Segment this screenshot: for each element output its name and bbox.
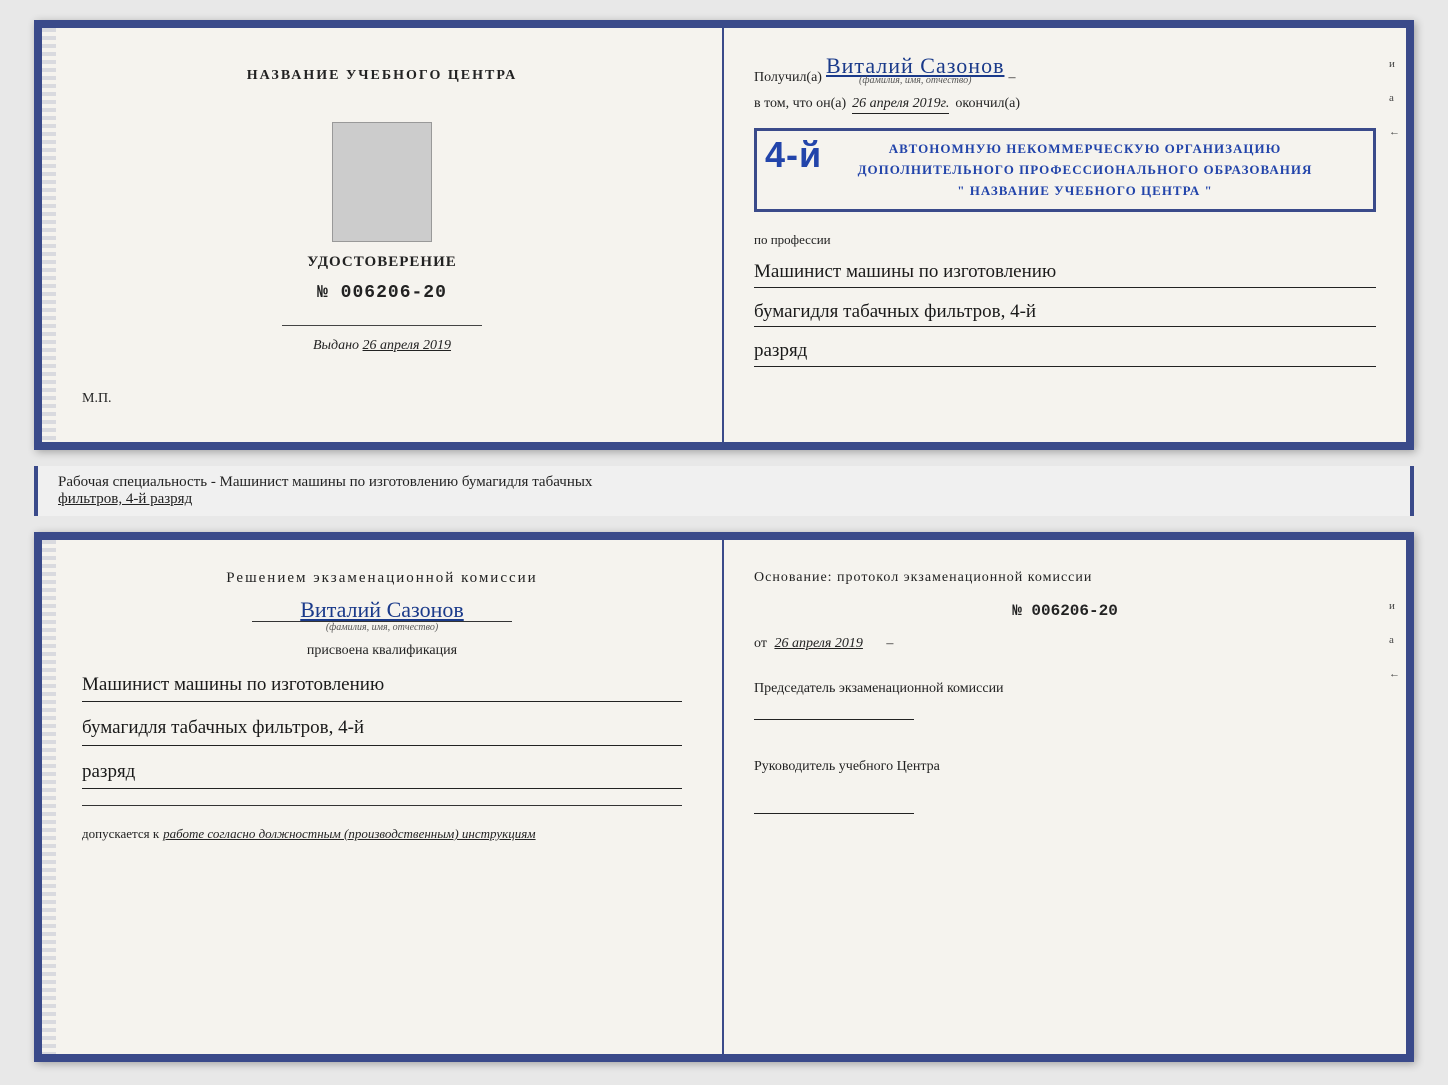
mark-i: и [1389, 58, 1400, 70]
top-doc-right: и а ← Получил(а) Виталий Сазонов (фамили… [724, 28, 1406, 442]
bottom-cert-number: № 006206-20 [754, 602, 1376, 620]
qual-line1: Машинист машины по изготовлению [82, 669, 682, 702]
po-professii-label: по профессии [754, 232, 1376, 248]
bottom-doc-left: Решением экзаменационной комиссии Витали… [42, 540, 724, 1054]
mark-arrow: ← [1389, 126, 1400, 138]
bottom-sidebar-marks: и а ← [1389, 600, 1400, 680]
vtom-row: в том, что он(а) 26 апреля 2019г. окончи… [754, 96, 1376, 114]
stamp-block: 4-й АВТОНОМНУЮ НЕКОММЕРЧЕСКУЮ ОРГАНИЗАЦИ… [754, 128, 1376, 212]
vydano-label: Выдано [313, 338, 359, 353]
recipient-sub: (фамилия, имя, отчество) [826, 75, 1004, 86]
bottom-doc-right: и а ← Основание: протокол экзаменационно… [724, 540, 1406, 1054]
middle-text-line1: Рабочая специальность - Машинист машины … [58, 474, 592, 490]
profession-line3: разряд [754, 337, 1376, 367]
profession-line2: бумагидля табачных фильтров, 4-й [754, 298, 1376, 328]
top-left-title: НАЗВАНИЕ УЧЕБНОГО ЦЕНТРА [247, 68, 517, 84]
vydano-date: 26 апреля 2019 [363, 338, 451, 353]
bottom-mark-arrow: ← [1389, 668, 1400, 680]
profession-line1: Машинист машины по изготовлению [754, 258, 1376, 288]
ot-dash: – [886, 636, 893, 651]
stamp-line1: АВТОНОМНУЮ НЕКОММЕРЧЕСКУЮ ОРГАНИЗАЦИЮ [809, 139, 1361, 160]
vtom-okonchil: окончил(а) [955, 96, 1020, 112]
vtom-date: 26 апреля 2019г. [852, 96, 949, 114]
dash: – [1008, 70, 1015, 86]
predsedatel-signature-line [754, 719, 914, 720]
recipient-name-wrapper: Виталий Сазонов (фамилия, имя, отчество) [826, 53, 1004, 86]
decision-title: Решением экзаменационной комиссии [82, 570, 682, 587]
rukovoditel-title: Руководитель учебного Центра [754, 756, 1376, 777]
bottom-left-texture [42, 540, 56, 1054]
osnovaniye-text: Основание: протокол экзаменационной коми… [754, 570, 1376, 586]
ot-date: 26 апреля 2019 [774, 636, 862, 651]
top-document: НАЗВАНИЕ УЧЕБНОГО ЦЕНТРА УДОСТОВЕРЕНИЕ №… [34, 20, 1414, 450]
stamp-line3: " НАЗВАНИЕ УЧЕБНОГО ЦЕНТРА " [809, 181, 1361, 202]
qual-line2: бумагидля табачных фильтров, 4-й [82, 712, 682, 745]
vydano-row: Выдано 26 апреля 2019 [313, 338, 451, 354]
stamp-line2: ДОПОЛНИТЕЛЬНОГО ПРОФЕССИОНАЛЬНОГО ОБРАЗО… [809, 160, 1361, 181]
mp-label: М.П. [82, 391, 112, 407]
rukovoditel-signature-line [754, 813, 914, 814]
poluchil-row: Получил(а) Виталий Сазонов (фамилия, имя… [754, 53, 1376, 86]
dopuskaetsya-row: допускается к работе согласно должностны… [82, 826, 682, 842]
bottom-ot-row: от 26 апреля 2019 – [754, 636, 1376, 652]
photo-placeholder [332, 122, 432, 242]
sidebar-marks: и а ← [1389, 58, 1400, 138]
predsedatel-block: Председатель экзаменационной комиссии [754, 678, 1376, 720]
dopuskaetsya-prefix: допускается к [82, 826, 159, 842]
poluchil-prefix: Получил(а) [754, 70, 822, 86]
bottom-mark-i: и [1389, 600, 1400, 612]
cert-label: УДОСТОВЕРЕНИЕ [307, 254, 457, 271]
cert-number: № 006206-20 [317, 283, 447, 303]
stamp-num: 4-й [765, 126, 822, 184]
qual-line3: разряд [82, 756, 682, 789]
vtom-prefix: в том, что он(а) [754, 96, 846, 112]
dopuskaetsya-val: работе согласно должностным (производств… [163, 826, 535, 842]
middle-text-block: Рабочая специальность - Машинист машины … [34, 466, 1414, 516]
mark-a: а [1389, 92, 1400, 104]
bottom-name-sub: (фамилия, имя, отчество) [326, 622, 438, 633]
predsedatel-title: Председатель экзаменационной комиссии [754, 678, 1376, 699]
bottom-mark-a: а [1389, 634, 1400, 646]
middle-text-line2: фильтров, 4-й разряд [58, 491, 192, 507]
bottom-name: Виталий Сазонов [300, 597, 463, 623]
bottom-document: Решением экзаменационной комиссии Витали… [34, 532, 1414, 1062]
top-left-center: УДОСТОВЕРЕНИЕ № 006206-20 Выдано 26 апре… [282, 122, 482, 354]
ot-prefix: от [754, 636, 767, 651]
top-doc-left: НАЗВАНИЕ УЧЕБНОГО ЦЕНТРА УДОСТОВЕРЕНИЕ №… [42, 28, 724, 442]
prisvoena-label: присвоена квалификация [82, 643, 682, 659]
